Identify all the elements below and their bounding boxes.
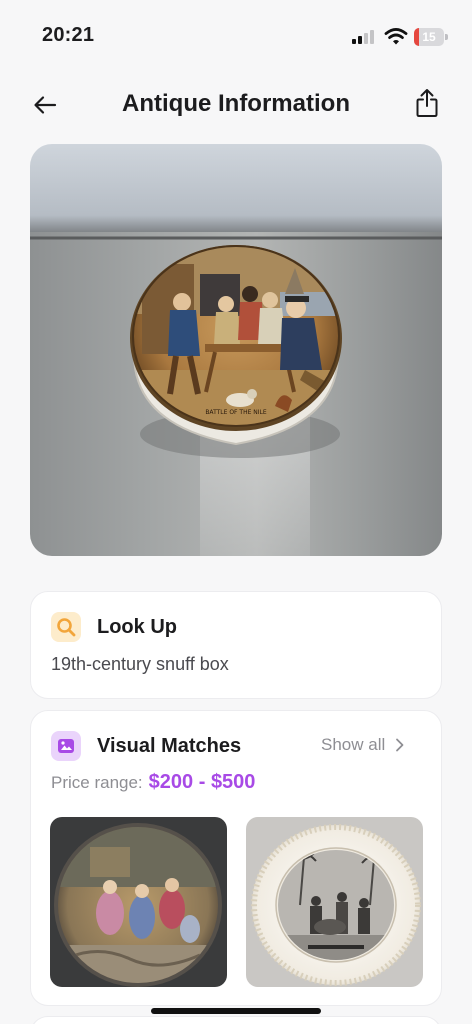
search-icon [51, 612, 81, 642]
status-time: 20:21 [42, 24, 95, 46]
battery-icon: 15 [414, 28, 448, 46]
chevron-right-icon [396, 738, 404, 752]
status-bar: 20:21 15 [0, 0, 472, 70]
show-all-button[interactable]: Show all [321, 735, 404, 755]
antique-photo-image: BATTLE OF THE NILE [30, 144, 442, 556]
match-image [246, 817, 423, 987]
price-range: Price range: $200 - $500 [51, 771, 255, 794]
share-button[interactable] [412, 86, 442, 120]
lookup-title: Look Up [97, 616, 177, 638]
nav-bar: Antique Information [0, 80, 472, 130]
share-icon [416, 89, 438, 117]
visual-matches-title: Visual Matches [97, 735, 242, 757]
price-range-label: Price range: [51, 773, 143, 792]
cellular-signal-icon [352, 30, 376, 44]
lookup-result: 19th-century snuff box [51, 654, 229, 674]
show-all-label: Show all [321, 735, 386, 754]
lid-inscription: BATTLE OF THE NILE [205, 409, 267, 416]
home-indicator [151, 1008, 321, 1014]
battery-level: 15 [422, 30, 436, 44]
page-title: Antique Information [122, 90, 350, 117]
wifi-icon [384, 28, 408, 45]
match-image [50, 817, 227, 987]
gallery-icon [51, 731, 81, 761]
lookup-card: Look Up 19th-century snuff box [30, 591, 442, 699]
match-thumbnail[interactable] [50, 817, 227, 987]
match-thumbnail[interactable] [246, 817, 423, 987]
next-card [30, 1016, 442, 1024]
visual-matches-card: Visual Matches Show all Price range: $20… [30, 710, 442, 1006]
antique-photo[interactable]: BATTLE OF THE NILE [30, 144, 442, 556]
price-range-value: $200 - $500 [148, 771, 256, 793]
